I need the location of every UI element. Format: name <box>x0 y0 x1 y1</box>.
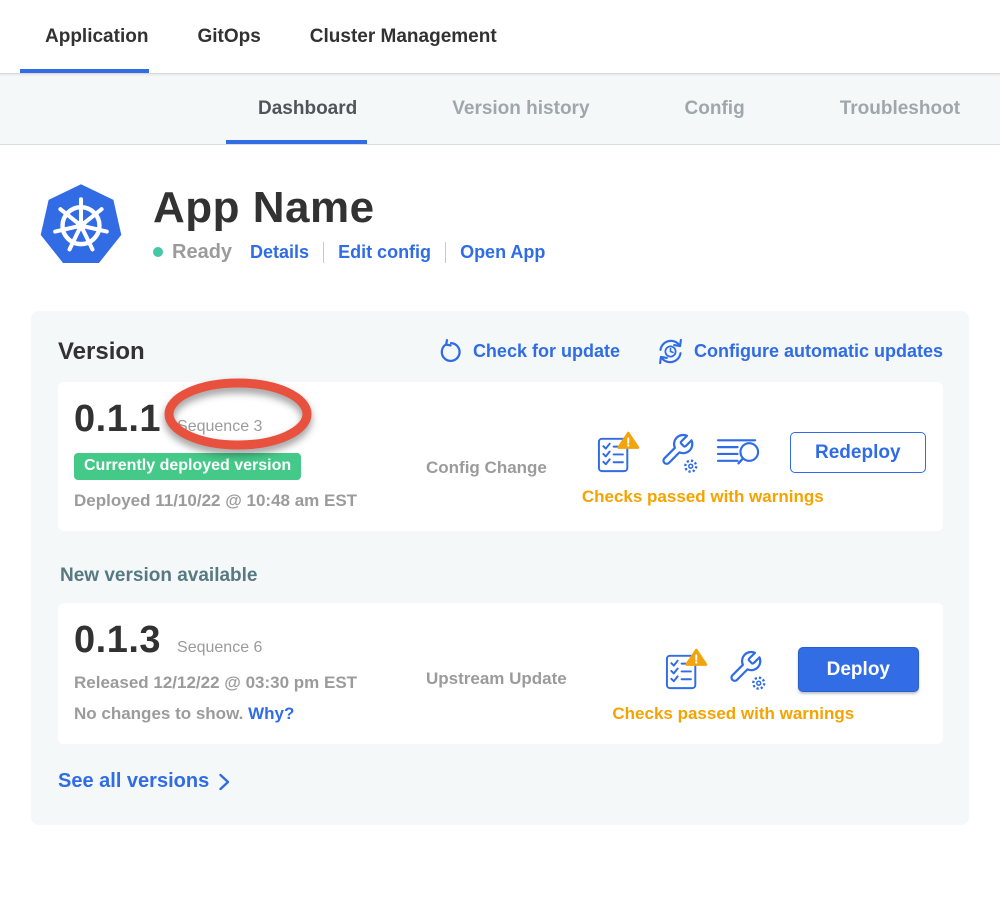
see-all-versions-label: See all versions <box>58 770 209 793</box>
view-files-diff-icon[interactable] <box>716 432 761 474</box>
version-heading: Version <box>58 338 145 366</box>
available-checks-status: Checks passed with warnings <box>612 704 854 724</box>
why-link[interactable]: Why? <box>248 704 294 723</box>
tab-cluster-management[interactable]: Cluster Management <box>310 0 497 73</box>
deployed-checks-status: Checks passed with warnings <box>582 487 824 507</box>
deployed-version-sequence: Sequence 3 <box>177 418 262 436</box>
edit-config-wrench-icon[interactable] <box>656 430 701 475</box>
new-version-available-heading: New version available <box>60 565 943 587</box>
tab-config[interactable]: Config <box>685 74 745 144</box>
available-version-number: 0.1.3 <box>74 619 161 662</box>
refresh-icon <box>438 339 464 365</box>
released-timestamp: Released 12/12/22 @ 03:30 pm EST <box>74 673 404 693</box>
available-version-sequence: Sequence 6 <box>177 639 262 657</box>
available-version-card: 0.1.3 Sequence 6 Released 12/12/22 @ 03:… <box>58 603 943 744</box>
version-panel: Version Check for update Configure <box>31 311 969 825</box>
deployed-version-number: 0.1.1 <box>74 398 161 441</box>
chevron-right-icon <box>218 773 231 791</box>
redeploy-button[interactable]: Redeploy <box>790 432 926 473</box>
available-version-source: Upstream Update <box>426 619 596 724</box>
app-header: App Name Ready Details Edit config Open … <box>37 179 1000 267</box>
deployed-version-source: Config Change <box>426 398 596 511</box>
edit-config-link[interactable]: Edit config <box>323 242 431 263</box>
auto-update-clock-icon <box>656 337 685 366</box>
preflight-checklist-warning-icon[interactable] <box>664 647 709 692</box>
edit-config-wrench-icon[interactable] <box>724 647 769 692</box>
status-dot-icon <box>153 247 163 257</box>
deployed-version-card: 0.1.1 Sequence 3 Currently deployed vers… <box>58 382 943 531</box>
see-all-versions-link[interactable]: See all versions <box>58 770 231 793</box>
tab-troubleshoot[interactable]: Troubleshoot <box>840 74 960 144</box>
deploy-button[interactable]: Deploy <box>798 647 919 692</box>
app-sub-nav: Dashboard Version history Config Trouble… <box>0 74 1000 145</box>
primary-nav: Application GitOps Cluster Management <box>0 0 1000 74</box>
tab-dashboard[interactable]: Dashboard <box>258 74 357 144</box>
check-for-update-label: Check for update <box>473 341 620 362</box>
tab-version-history[interactable]: Version history <box>452 74 589 144</box>
configure-automatic-updates-label: Configure automatic updates <box>694 341 943 362</box>
configure-automatic-updates-link[interactable]: Configure automatic updates <box>656 337 943 366</box>
deployed-timestamp: Deployed 11/10/22 @ 10:48 am EST <box>74 491 404 511</box>
open-app-link[interactable]: Open App <box>445 242 545 263</box>
kubernetes-logo-icon <box>37 179 125 267</box>
currently-deployed-badge: Currently deployed version <box>74 453 301 480</box>
tab-application[interactable]: Application <box>45 0 148 73</box>
preflight-checklist-warning-icon[interactable] <box>596 430 641 475</box>
tab-gitops[interactable]: GitOps <box>197 0 260 73</box>
page-title: App Name <box>153 183 545 233</box>
details-link[interactable]: Details <box>250 242 309 263</box>
app-status: Ready <box>172 241 232 264</box>
check-for-update-link[interactable]: Check for update <box>438 339 620 365</box>
no-changes-note: No changes to show. <box>74 704 243 723</box>
